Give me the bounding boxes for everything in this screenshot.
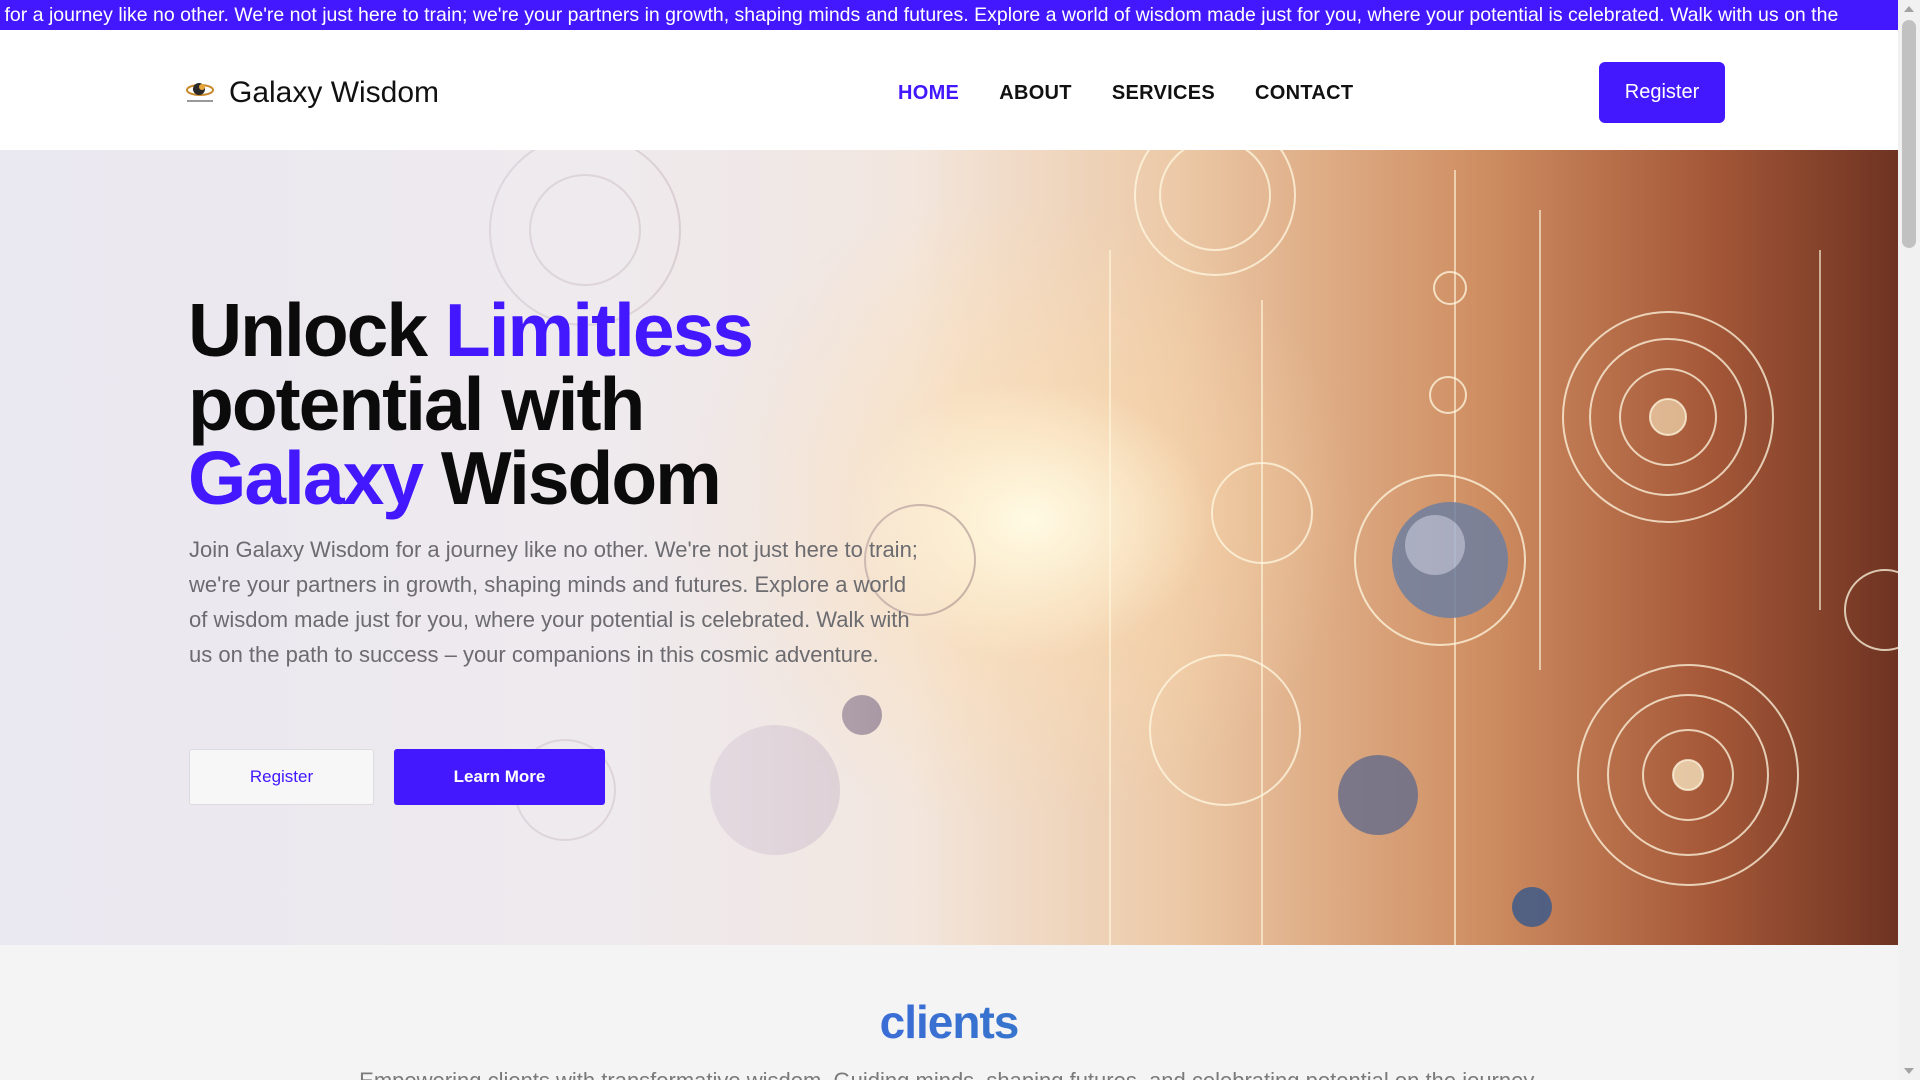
clients-heading: clients <box>0 995 1898 1049</box>
clients-subtitle: Empowering clients with transformative w… <box>0 1068 1898 1080</box>
nav-contact[interactable]: CONTACT <box>1255 82 1353 105</box>
title-part-2: potential with <box>188 362 645 446</box>
scroll-up-arrow-icon[interactable] <box>1904 6 1914 12</box>
galaxy-logo-icon <box>186 83 214 102</box>
learn-more-button[interactable]: Learn More <box>394 749 605 805</box>
scroll-down-arrow-icon[interactable] <box>1904 1068 1914 1074</box>
page-scrollbar[interactable] <box>1898 0 1920 1080</box>
nav-home[interactable]: HOME <box>898 82 959 105</box>
header-register-button[interactable]: Register <box>1599 62 1725 123</box>
hero-section: Unlock Limitless potential with Galaxy W… <box>0 150 1898 945</box>
nav-about[interactable]: ABOUT <box>999 82 1072 105</box>
hero-register-button[interactable]: Register <box>189 749 374 805</box>
title-part-3: Wisdom <box>422 436 722 520</box>
marquee-text: om for a journey like no other. We're no… <box>0 4 1839 26</box>
site-header: Galaxy Wisdom HOME ABOUT SERVICES CONTAC… <box>0 30 1898 150</box>
hero-title: Unlock Limitless potential with Galaxy W… <box>188 293 948 516</box>
brand-name[interactable]: Galaxy Wisdom <box>229 76 439 110</box>
nav-services[interactable]: SERVICES <box>1112 82 1215 105</box>
announcement-marquee: om for a journey like no other. We're no… <box>0 0 1898 30</box>
title-accent-limitless: Limitless <box>444 288 754 372</box>
title-part-1: Unlock <box>188 288 445 372</box>
title-accent-galaxy: Galaxy <box>188 436 424 520</box>
hero-description: Join Galaxy Wisdom for a journey like no… <box>189 537 918 667</box>
main-nav: HOME ABOUT SERVICES CONTACT <box>898 82 1353 105</box>
scroll-thumb[interactable] <box>1902 20 1916 248</box>
